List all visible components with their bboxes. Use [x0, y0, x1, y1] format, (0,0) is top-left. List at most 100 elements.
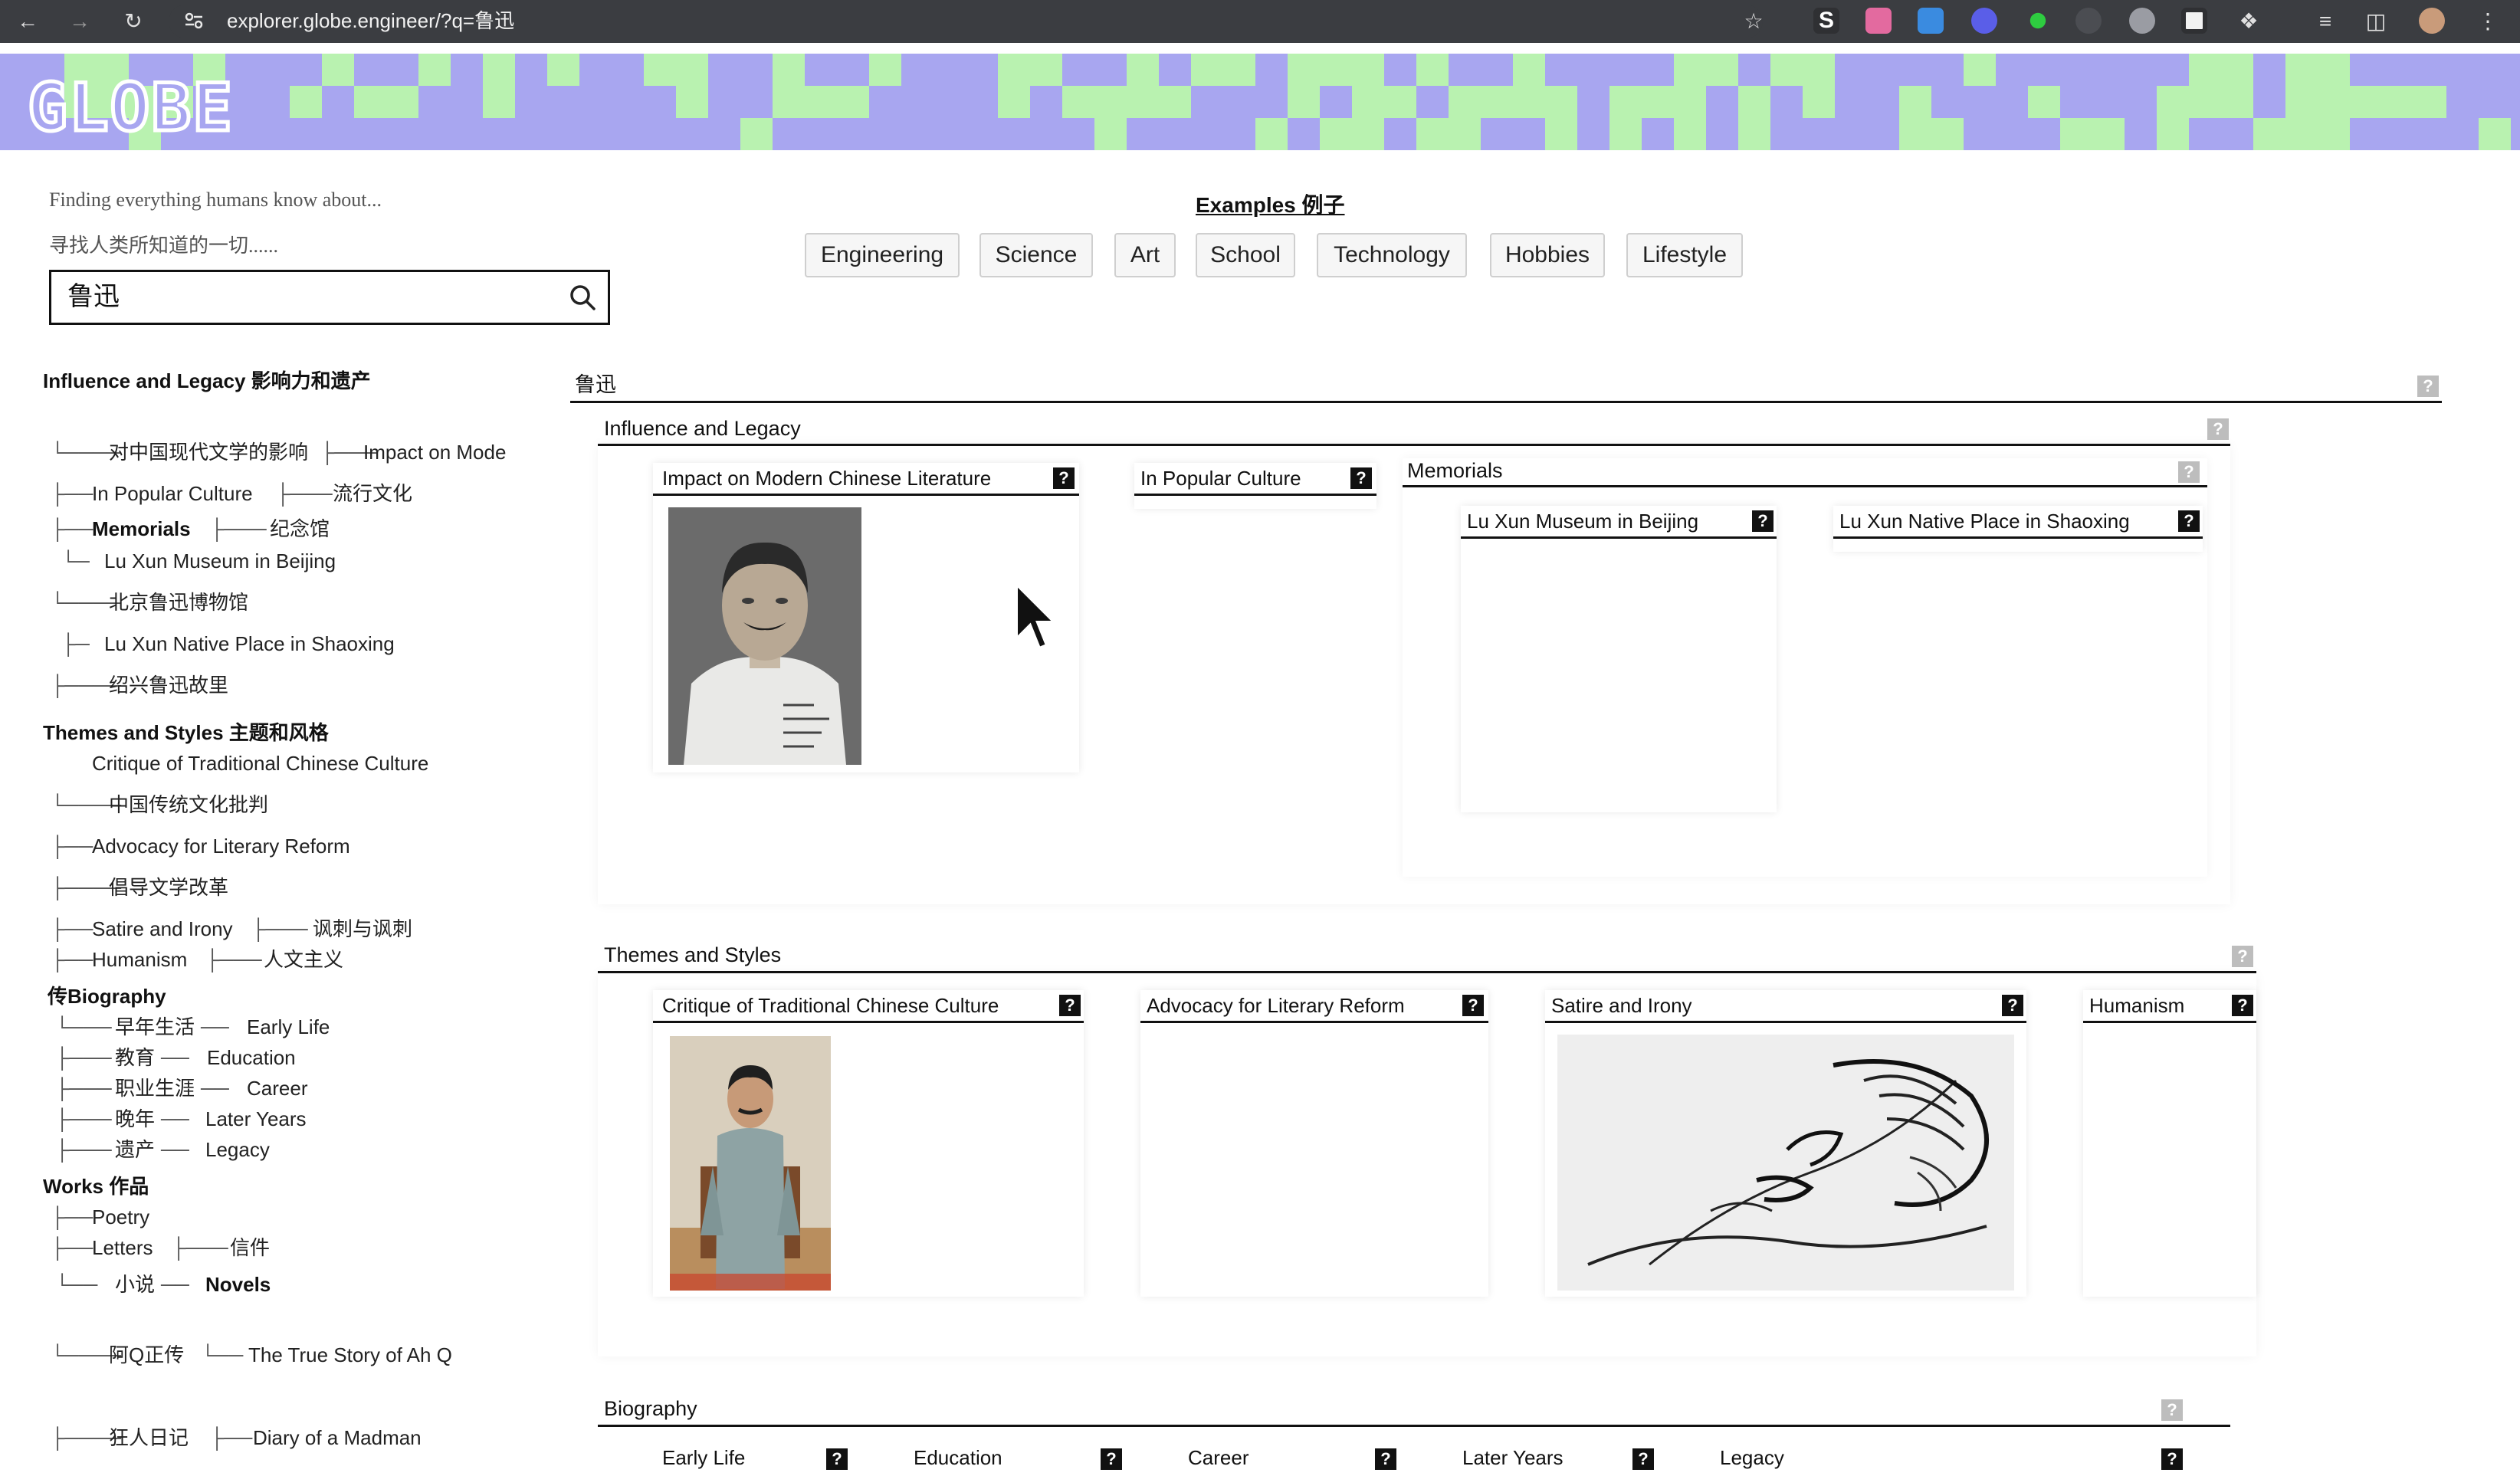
sidebar-item-satire[interactable]: Satire and Irony [92, 917, 233, 941]
card-satire-help-icon[interactable]: ? [2002, 995, 2023, 1016]
example-lifestyle-button[interactable]: Lifestyle [1626, 233, 1743, 277]
card-critique-title[interactable]: Critique of Traditional Chinese Culture [662, 993, 999, 1018]
back-arrow-icon[interactable]: ← [12, 6, 43, 37]
url-text[interactable]: explorer.globe.engineer/?q=鲁迅 [227, 8, 514, 34]
sidebar-item-memorials-zh[interactable]: 纪念馆 [270, 517, 330, 541]
card-advocacy-title[interactable]: Advocacy for Literary Reform [1147, 993, 1405, 1018]
site-settings-icon[interactable] [184, 11, 204, 31]
sidebar-item-museum-beijing-zh[interactable]: 北京鲁迅博物馆 [109, 590, 248, 615]
sidebar-item-museum-beijing[interactable]: Lu Xun Museum in Beijing [104, 549, 336, 573]
sidebar-heading-biography[interactable]: 传Biography [48, 984, 166, 1009]
extension-pink-icon[interactable] [1865, 8, 1892, 34]
extension-download-icon[interactable] [1918, 8, 1944, 34]
sidebar-item-later-years[interactable]: Later Years [205, 1107, 307, 1131]
bookmark-star-icon[interactable]: ☆ [1738, 6, 1769, 37]
card-satire-title[interactable]: Satire and Irony [1551, 993, 1692, 1018]
sidebar-item-advocacy-zh[interactable]: 倡导文学改革 [109, 875, 228, 900]
sidebar-item-impact-zh[interactable]: 对中国现代文学的影响 [109, 440, 308, 464]
lu-xun-sketch[interactable] [1557, 1035, 2014, 1291]
lu-xun-portrait-photo[interactable] [668, 507, 861, 765]
card-popular-culture-help-icon[interactable]: ? [1350, 467, 1372, 489]
example-science-button[interactable]: Science [979, 233, 1093, 277]
sidebar-item-memorials[interactable]: Memorials [92, 517, 191, 541]
sidebar-item-later-years-zh[interactable]: 晚年 [115, 1107, 155, 1131]
search-input-value[interactable]: 鲁迅 [67, 280, 120, 313]
card-museum-beijing-help-icon[interactable]: ? [1752, 510, 1774, 532]
influence-title[interactable]: Influence and Legacy [604, 416, 801, 441]
sidebar-item-novels-zh[interactable]: 小说 [115, 1272, 155, 1297]
sidebar-item-letters[interactable]: Letters [92, 1235, 153, 1260]
card-museum-beijing-title[interactable]: Lu Xun Museum in Beijing [1467, 509, 1698, 533]
card-humanism[interactable] [2083, 990, 2256, 1297]
example-technology-button[interactable]: Technology [1317, 233, 1467, 277]
sidebar-item-career[interactable]: Career [247, 1076, 307, 1100]
extension-green-icon[interactable] [2029, 12, 2046, 29]
card-later-years-title[interactable]: Later Years [1462, 1445, 1564, 1470]
extension-purple-icon[interactable] [1971, 8, 1997, 34]
menu-kebab-icon[interactable]: ⋮ [2472, 6, 2503, 37]
sidebar-item-popular-culture-zh[interactable]: 流行文化 [333, 481, 412, 506]
influence-help-icon[interactable]: ? [2207, 418, 2229, 440]
extension-dark-icon[interactable] [2075, 8, 2102, 34]
sidebar-item-madman-zh[interactable]: 狂人日记 [109, 1425, 189, 1450]
sidebar-item-early-life[interactable]: Early Life [247, 1015, 330, 1039]
reload-icon[interactable]: ↻ [118, 6, 149, 37]
biography-title[interactable]: Biography [604, 1396, 697, 1421]
card-early-life-title[interactable]: Early Life [662, 1445, 745, 1470]
sidebar-item-education-zh[interactable]: 教育 [115, 1045, 155, 1070]
sidebar-item-native-place[interactable]: Lu Xun Native Place in Shaoxing [104, 631, 395, 656]
card-native-place-help-icon[interactable]: ? [2178, 510, 2200, 532]
sidebar-item-critique[interactable]: Critique of Traditional Chinese Culture [92, 751, 428, 776]
sidebar-item-ah-q-zh[interactable]: 阿Q正传 [109, 1343, 184, 1367]
sidebar-item-humanism[interactable]: Humanism [92, 947, 187, 972]
extension-gray-icon[interactable] [2129, 8, 2155, 34]
sidebar-item-madman[interactable]: Diary of a Madman [253, 1425, 422, 1450]
profile-avatar[interactable] [2419, 8, 2445, 34]
root-help-icon[interactable]: ? [2417, 376, 2439, 397]
card-career-title[interactable]: Career [1188, 1445, 1249, 1470]
sidebar-heading-themes[interactable]: Themes and Styles 主题和风格 [43, 720, 329, 745]
sidebar-item-early-life-zh[interactable]: 早年生活 [115, 1015, 195, 1039]
biography-help-icon[interactable]: ? [2161, 1399, 2183, 1421]
card-advocacy-help-icon[interactable]: ? [1462, 995, 1484, 1016]
card-impact-help-icon[interactable]: ? [1053, 467, 1075, 489]
card-career-help-icon[interactable]: ? [1375, 1448, 1396, 1470]
search-input[interactable] [49, 270, 610, 325]
example-engineering-button[interactable]: Engineering [805, 233, 960, 277]
card-popular-culture-title[interactable]: In Popular Culture [1140, 466, 1301, 490]
lu-xun-painting[interactable] [670, 1036, 831, 1291]
memorials-help-icon[interactable]: ? [2178, 461, 2200, 483]
sidebar-heading-influence[interactable]: Influence and Legacy 影响力和遗产 [43, 369, 371, 393]
sidebar-item-poetry[interactable]: Poetry [92, 1205, 149, 1229]
card-early-life-help-icon[interactable]: ? [826, 1448, 848, 1470]
sidebar-item-advocacy[interactable]: Advocacy for Literary Reform [92, 834, 350, 858]
sidebar-item-humanism-zh[interactable]: 人文主义 [264, 947, 343, 972]
card-native-place-title[interactable]: Lu Xun Native Place in Shaoxing [1839, 509, 2130, 533]
examples-title[interactable]: Examples 例子 [1196, 189, 1345, 219]
sidebar-item-satire-zh[interactable]: 讽刺与讽刺 [313, 917, 412, 941]
sidebar-item-native-place-zh[interactable]: 绍兴鲁迅故里 [109, 673, 228, 697]
example-hobbies-button[interactable]: Hobbies [1490, 233, 1605, 277]
card-museum-beijing[interactable] [1461, 506, 1777, 812]
card-impact-title[interactable]: Impact on Modern Chinese Literature [662, 466, 991, 490]
card-humanism-title[interactable]: Humanism [2089, 993, 2184, 1018]
sidebar-item-legacy-zh[interactable]: 遗产 [115, 1137, 155, 1162]
root-title[interactable]: 鲁迅 [575, 372, 616, 397]
sidebar-item-popular-culture[interactable]: In Popular Culture [92, 481, 253, 506]
sidebar-item-education[interactable]: Education [207, 1045, 296, 1070]
example-school-button[interactable]: School [1196, 233, 1295, 277]
sidebar-item-ah-q[interactable]: The True Story of Ah Q [248, 1343, 452, 1367]
memorials-title[interactable]: Memorials [1407, 458, 1503, 483]
card-education-help-icon[interactable]: ? [1101, 1448, 1122, 1470]
extension-s-icon[interactable]: S [1813, 8, 1839, 34]
search-icon[interactable] [567, 282, 598, 313]
sidebar-item-legacy[interactable]: Legacy [205, 1137, 270, 1162]
card-legacy-help-icon[interactable]: ? [2161, 1448, 2183, 1470]
card-critique-help-icon[interactable]: ? [1059, 995, 1081, 1016]
reading-list-icon[interactable]: ≡ [2310, 6, 2341, 37]
card-legacy-title[interactable]: Legacy [1720, 1445, 1784, 1470]
themes-help-icon[interactable]: ? [2232, 946, 2253, 967]
forward-arrow-icon[interactable]: → [64, 6, 95, 37]
card-advocacy[interactable] [1140, 990, 1488, 1297]
themes-title[interactable]: Themes and Styles [604, 943, 781, 967]
